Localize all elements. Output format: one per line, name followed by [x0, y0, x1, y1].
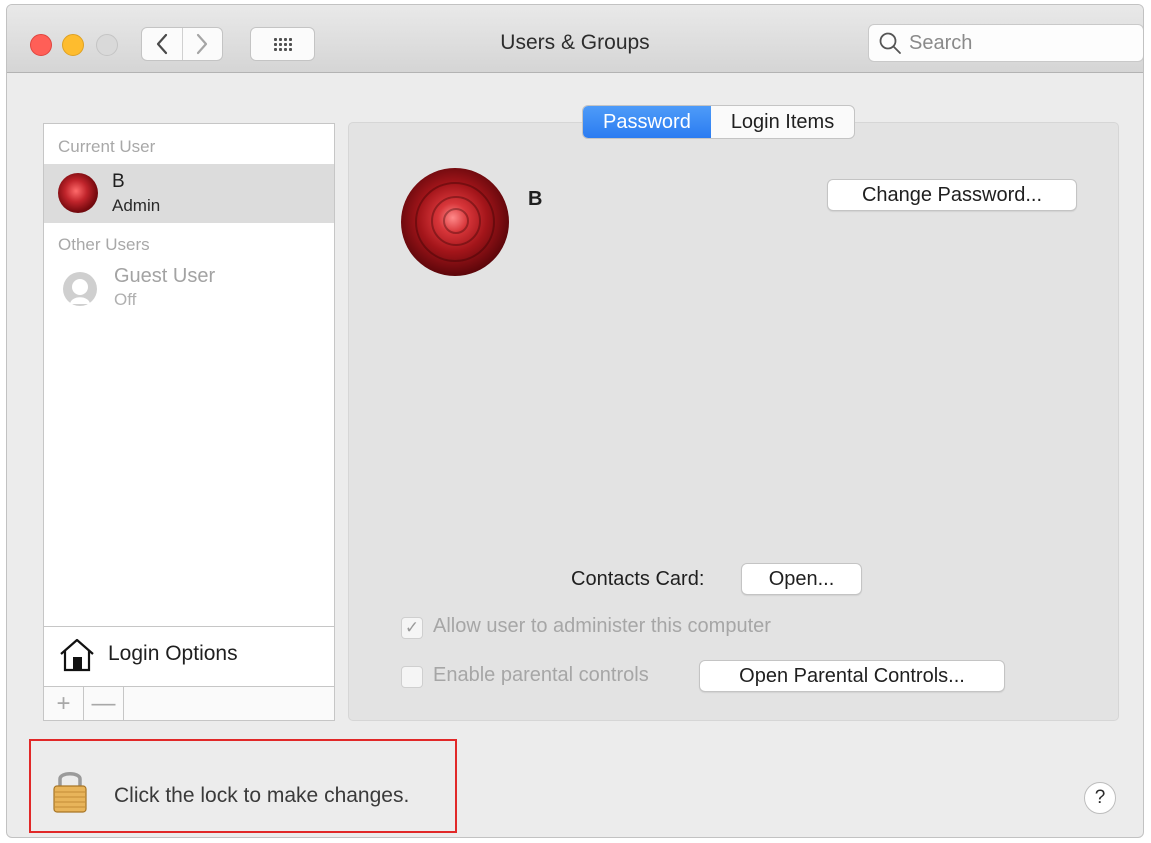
checkmark-icon: ✓ — [404, 618, 420, 637]
preferences-window: Users & Groups Current User B Admin Othe… — [6, 4, 1144, 838]
search-icon — [879, 32, 901, 54]
open-parental-controls-button[interactable]: Open Parental Controls... — [699, 660, 1005, 692]
open-contacts-button[interactable]: Open... — [741, 563, 862, 595]
other-users-header: Other Users — [58, 235, 150, 254]
login-options-label: Login Options — [108, 642, 238, 665]
allow-admin-checkbox[interactable]: ✓ — [401, 617, 423, 639]
tab-bar: Password Login Items — [582, 105, 856, 139]
guest-user-status: Off — [114, 290, 137, 309]
lock-message[interactable]: Click the lock to make changes. — [114, 784, 409, 808]
parental-controls-checkbox[interactable] — [401, 666, 423, 688]
add-user-button[interactable]: + — [44, 687, 84, 720]
guest-user-name[interactable]: Guest User — [114, 265, 215, 288]
user-full-name: B — [528, 188, 543, 210]
parental-controls-label: Enable parental controls — [433, 664, 649, 686]
contacts-card-label: Contacts Card: — [571, 568, 705, 590]
house-icon — [60, 638, 94, 672]
help-button[interactable]: ? — [1084, 782, 1116, 814]
list-footer: + — — [44, 686, 334, 720]
current-user-header: Current User — [58, 137, 156, 156]
remove-user-button[interactable]: — — [84, 687, 124, 720]
search-input[interactable] — [907, 30, 1131, 56]
search-field[interactable] — [868, 24, 1143, 62]
current-user-name: B — [112, 171, 125, 192]
change-password-button[interactable]: Change Password... — [827, 179, 1077, 211]
lock-icon[interactable] — [52, 766, 88, 814]
user-picture[interactable] — [401, 168, 509, 276]
tab-password[interactable]: Password — [583, 106, 711, 138]
tab-login-items[interactable]: Login Items — [711, 106, 854, 138]
current-user-role: Admin — [112, 196, 161, 215]
allow-admin-label: Allow user to administer this computer — [433, 615, 771, 637]
avatar — [58, 173, 98, 213]
title-bar: Users & Groups — [7, 5, 1143, 73]
guest-user-icon — [63, 272, 97, 306]
user-list: Current User B Admin Other Users Guest U… — [43, 123, 335, 721]
login-options-item[interactable]: Login Options — [44, 626, 334, 686]
